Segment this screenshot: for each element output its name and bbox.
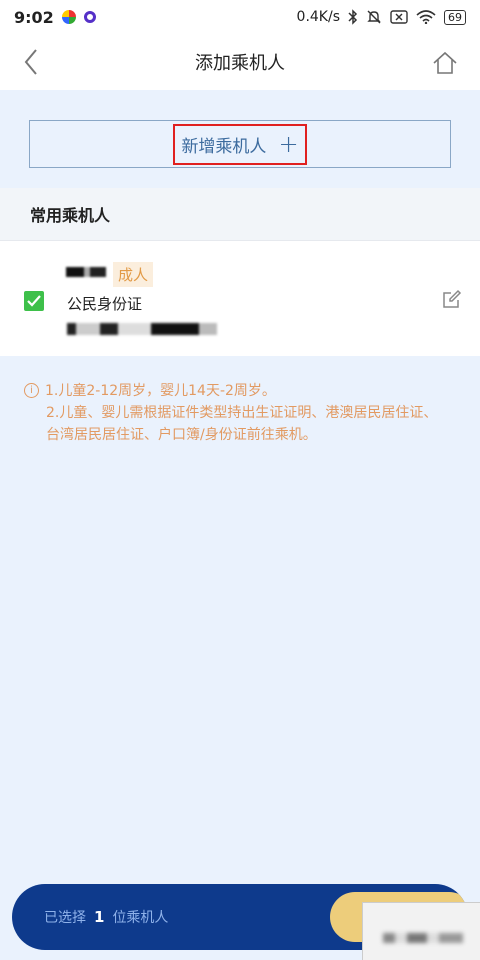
selection-count: 1 (94, 908, 105, 926)
passenger-id-number-redacted (67, 323, 217, 335)
mute-bell-icon (366, 9, 382, 25)
app-notification-icon-2 (83, 11, 96, 23)
passenger-id-type: 公民身份证 (67, 295, 143, 313)
passenger-notes: i 1.儿童2-12周岁，婴儿14天-2周岁。 2.儿童、婴儿需根据证件类型持出… (24, 380, 464, 446)
redacted-overlay-content (383, 933, 463, 943)
nav-bar: 添加乘机人 (0, 34, 480, 90)
status-time: 9:02 (14, 7, 54, 27)
edit-icon[interactable] (442, 289, 462, 309)
passenger-checkbox[interactable] (24, 291, 44, 311)
passenger-card[interactable]: 成人 公民身份证 (0, 240, 480, 356)
note-line-1: 1.儿童2-12周岁，婴儿14天-2周岁。 (45, 383, 276, 399)
add-passenger-button[interactable]: 新增乘机人 + (29, 120, 451, 168)
note-line-3: 台湾居民居住证、户口簿/身份证前往乘机。 (46, 427, 317, 443)
wifi-icon (416, 10, 436, 24)
chevron-left-icon[interactable] (20, 46, 44, 78)
selection-suffix: 位乘机人 (112, 910, 169, 926)
bluetooth-icon (348, 9, 358, 25)
home-icon[interactable] (432, 50, 458, 76)
frequent-passengers-header: 常用乘机人 (0, 188, 480, 240)
selection-prefix: 已选择 (44, 910, 86, 926)
passenger-name-redacted (66, 267, 106, 277)
network-speed: 0.4K/s (296, 9, 340, 25)
app-notification-icon (61, 10, 76, 24)
page-title: 添加乘机人 (195, 53, 285, 74)
battery-indicator: 69 (444, 9, 466, 25)
passenger-type-badge: 成人 (113, 262, 154, 287)
sim-off-icon (390, 10, 408, 24)
info-icon: i (24, 383, 39, 398)
redacted-overlay (362, 902, 480, 960)
note-line-2: 2.儿童、婴儿需根据证件类型持出生证证明、港澳居民居住证、 (46, 405, 438, 421)
status-bar: 9:02 0.4K/s 69 (0, 0, 480, 34)
plus-icon: + (278, 130, 299, 158)
add-passenger-label: 新增乘机人 (181, 136, 267, 157)
add-passenger-highlight[interactable]: 新增乘机人 + (173, 123, 307, 165)
